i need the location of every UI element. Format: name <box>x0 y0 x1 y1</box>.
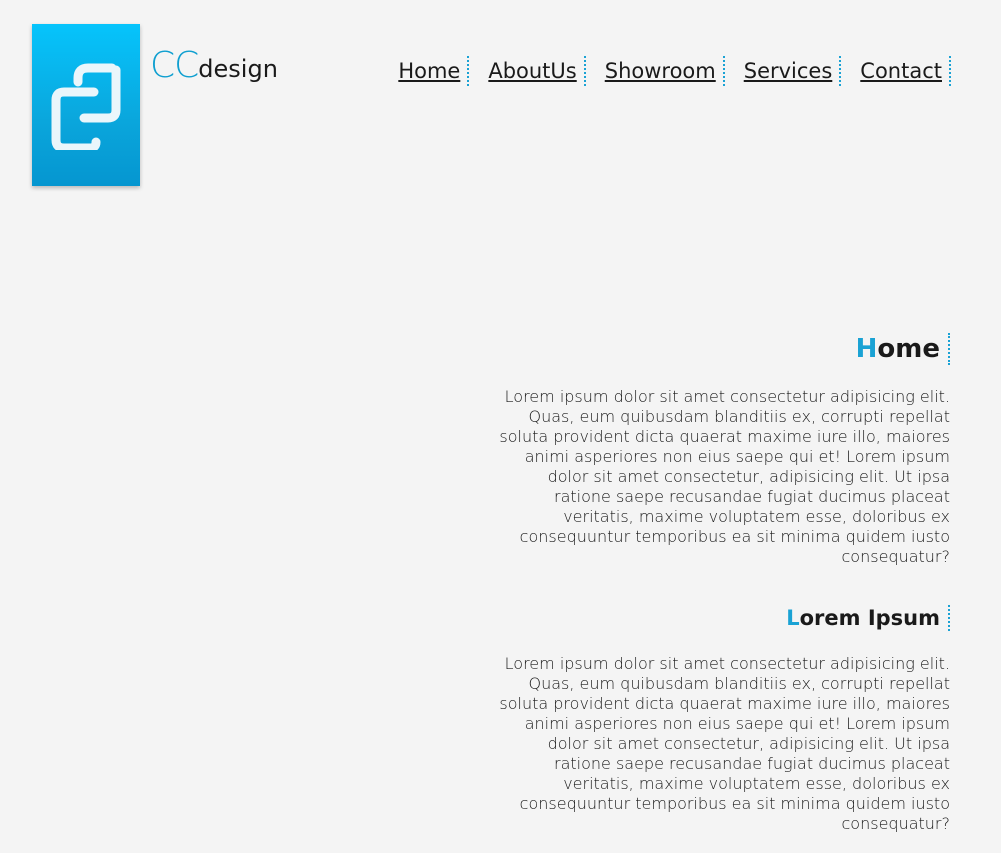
home-heading-rest: ome <box>877 334 940 364</box>
lorem-heading-initial: L <box>786 606 800 630</box>
home-heading: Home <box>856 333 950 365</box>
brand-cc: CC <box>150 45 199 86</box>
main-nav: Home AboutUs Showroom Services Contact <box>398 56 951 86</box>
brand-design: design <box>198 55 278 83</box>
nav-aboutus-link[interactable]: AboutUs <box>488 56 586 86</box>
cc-logo-icon <box>51 63 121 150</box>
nav-services-link[interactable]: Services <box>744 56 842 86</box>
lorem-heading-rest: orem Ipsum <box>799 606 940 630</box>
home-paragraph: Lorem ipsum dolor sit amet consectetur a… <box>499 387 950 566</box>
nav-contact-link[interactable]: Contact <box>860 56 951 86</box>
lorem-paragraph: Lorem ipsum dolor sit amet consectetur a… <box>499 654 950 833</box>
lorem-section: Lorem Ipsum Lorem ipsum dolor sit amet c… <box>490 605 950 834</box>
home-section: Home Lorem ipsum dolor sit amet consecte… <box>490 333 950 567</box>
logo[interactable] <box>32 24 140 186</box>
lorem-heading: Lorem Ipsum <box>786 605 950 631</box>
brand-name[interactable]: CCdesign <box>150 48 278 84</box>
home-heading-initial: H <box>855 334 878 364</box>
nav-home-link[interactable]: Home <box>398 56 470 86</box>
nav-showroom-link[interactable]: Showroom <box>605 56 725 86</box>
